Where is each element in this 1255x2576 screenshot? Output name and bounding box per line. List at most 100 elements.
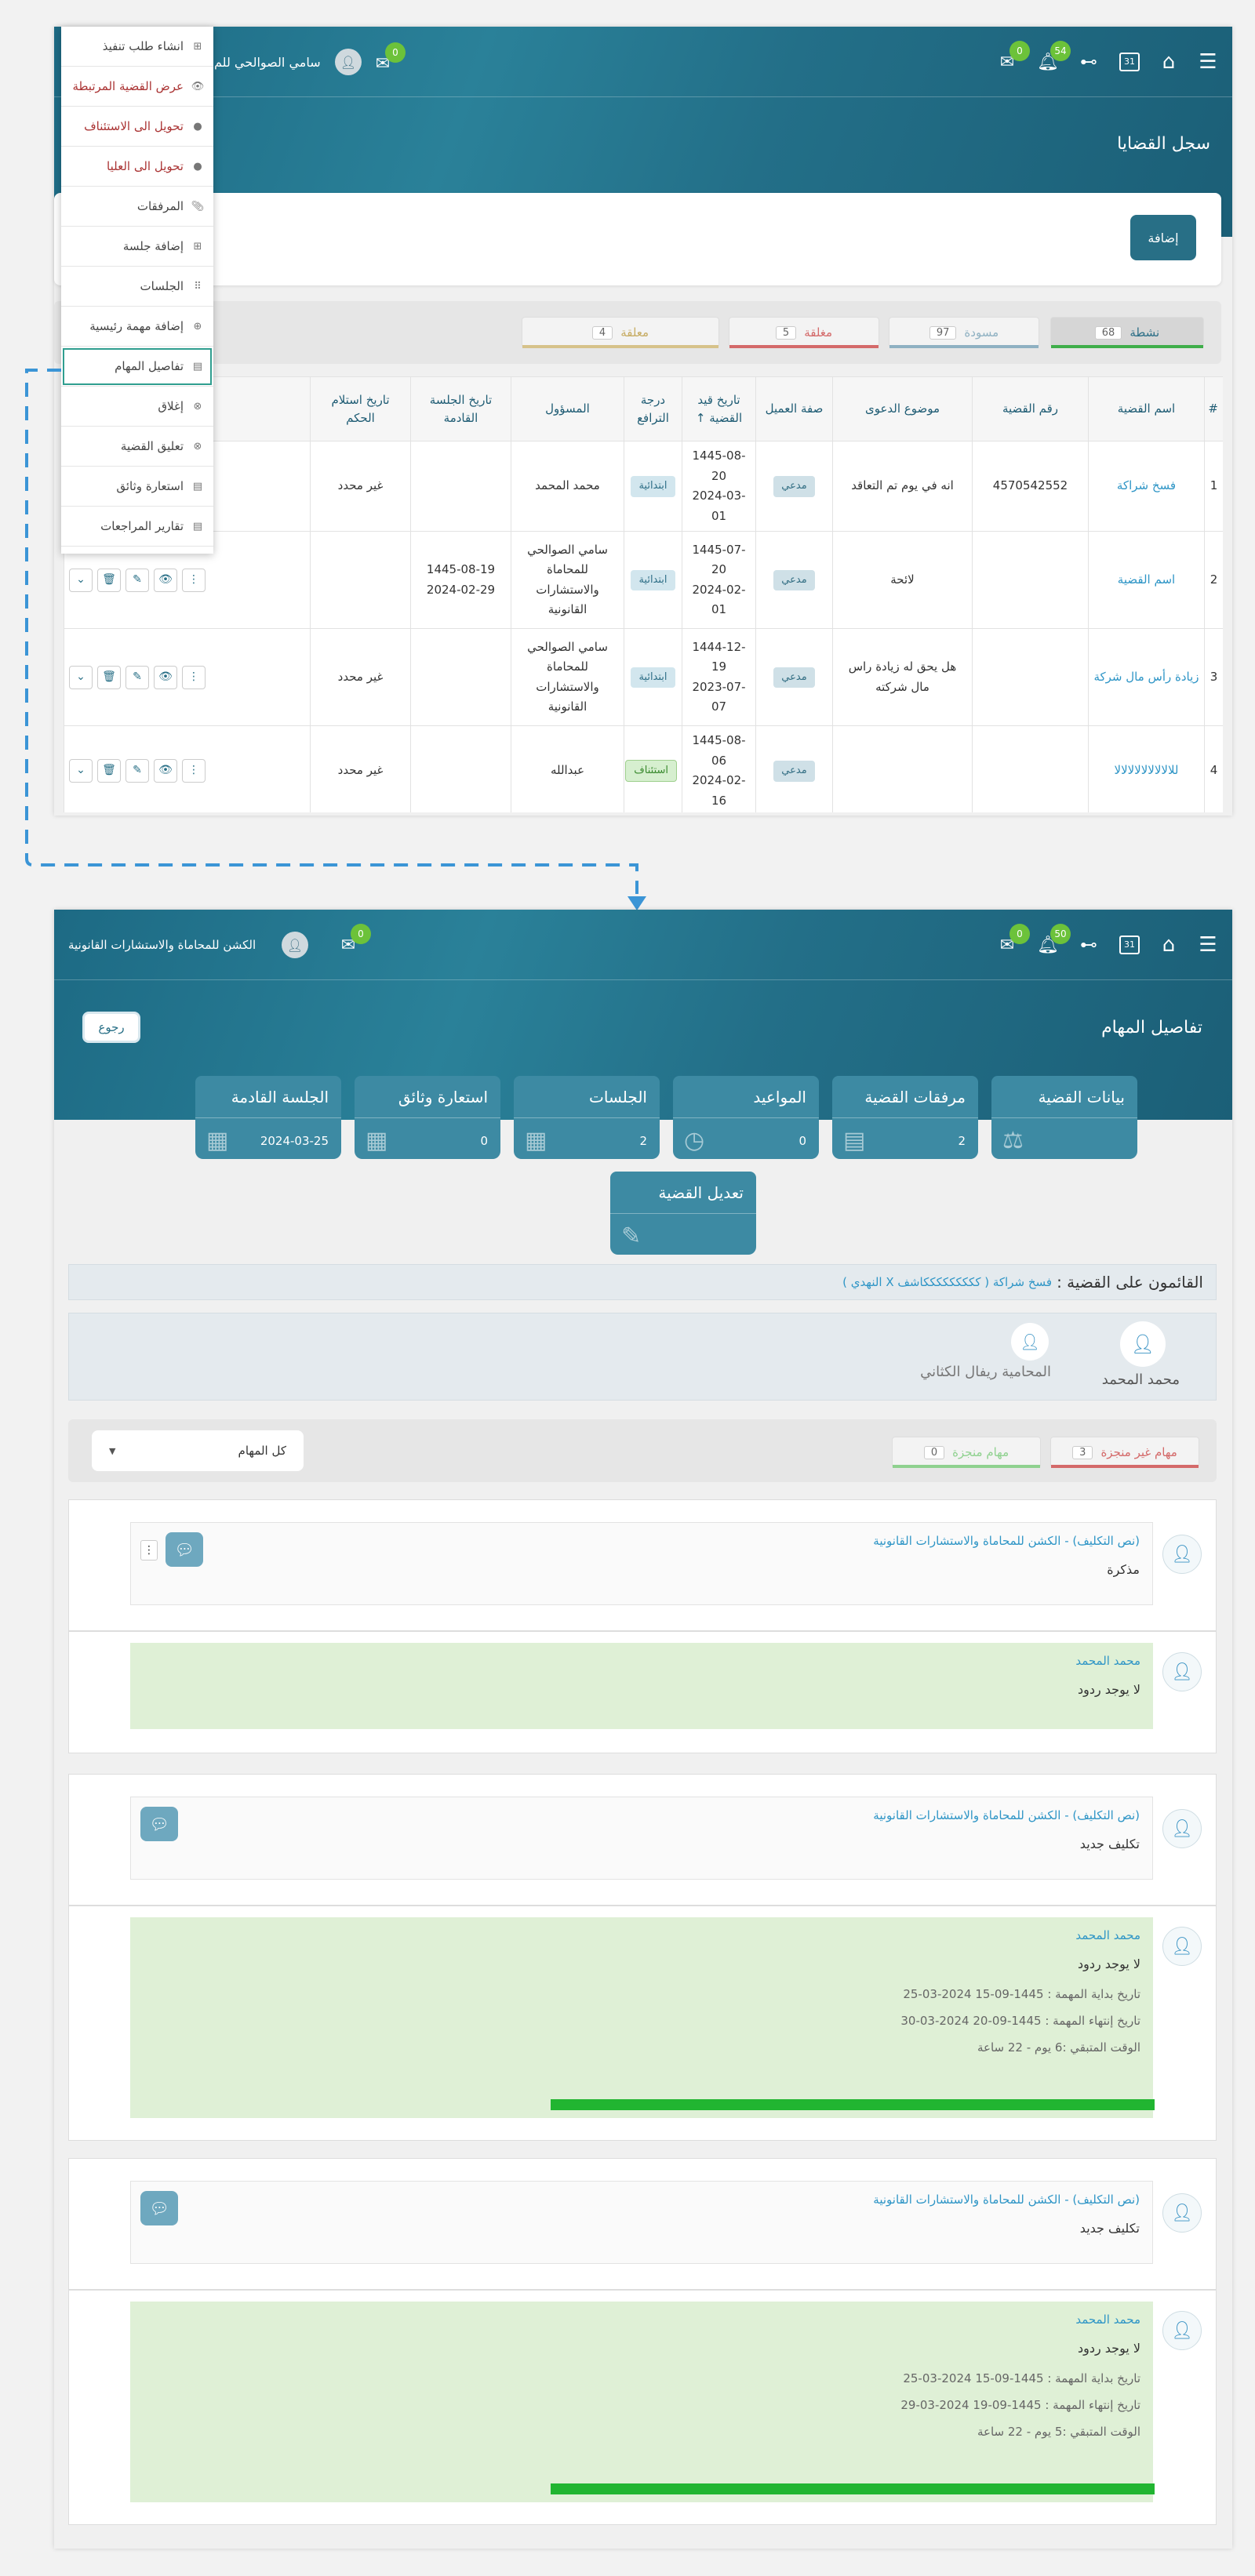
- menu-item[interactable]: ⠿ الجلسات: [61, 267, 213, 307]
- chat-icon[interactable]: ✉ 0: [994, 924, 1030, 958]
- assignment-title: (نص التكليف) - الكشن للمحاماة والاستشارا…: [873, 1534, 1140, 1548]
- messages-icon[interactable]: ✉ 0: [369, 42, 406, 77]
- table-cell: مدعي: [755, 628, 833, 726]
- replies-box: محمد المحمد لا يوجد ردود تاريخ بداية الم…: [130, 2302, 1153, 2502]
- case-name-link[interactable]: للالالالالالالالالا: [1115, 763, 1179, 777]
- tab-pending-tasks[interactable]: مهام غير منجزة 3: [1050, 1437, 1199, 1468]
- table-cell: مدعي: [755, 531, 833, 629]
- task-remaining-time: الوقت المتبقي :6 يوم - 22 ساعة: [977, 2040, 1140, 2055]
- table-cell: 4570542552: [972, 441, 1089, 532]
- tab-suspended[interactable]: معلقة 4: [522, 317, 719, 348]
- case-name-link[interactable]: فسخ شراكة: [1117, 478, 1176, 492]
- table-cell: هل يحق له زيادة راس مال شركته: [832, 628, 973, 726]
- menu-item-label: إضافة مهمة رئيسية: [89, 319, 184, 333]
- case-link[interactable]: فسخ شراكة ( كككككككككاشف X النهدي ): [842, 1275, 1052, 1289]
- tab-count: 4: [591, 325, 613, 340]
- select-value: كل المهام: [238, 1444, 286, 1458]
- table-cell: زيادة رأس مال شركة: [1088, 628, 1205, 726]
- messages-badge: 0: [385, 42, 406, 63]
- toolbar-card: إضافة ⏷: [54, 193, 1221, 285]
- col-header[interactable]: صفة العميل: [755, 376, 833, 441]
- add-case-button[interactable]: إضافة: [1130, 215, 1196, 260]
- user-name[interactable]: الكشن للمحاماة والاستشارات القانونية: [68, 938, 256, 952]
- summary-tile[interactable]: استعارة وثائق 0 ▦: [355, 1076, 500, 1159]
- user-name[interactable]: سامي الصوالحي للم: [214, 55, 321, 70]
- more-options-icon[interactable]: ⋮: [140, 1540, 158, 1560]
- menu-item[interactable]: ⊞ إضافة جلسة: [61, 227, 213, 267]
- col-header[interactable]: موضوع الدعوى: [832, 376, 973, 441]
- task-card: 👤︎ (نص التكليف) - الكشن للمحاماة والاستش…: [68, 1774, 1217, 2141]
- menu-item[interactable]: 👁︎ عرض القضية المرتبطة: [61, 67, 213, 107]
- calendar-icon: ▦: [525, 1127, 547, 1154]
- top-bar: ☰ ⌂ 31 ⊷ 🔔︎ 54 ✉ 0 ✉ 0 👤︎ سامي الصوالحي للم: [54, 27, 1232, 97]
- assignee[interactable]: 👤︎: [1115, 1321, 1170, 1367]
- assignee-name: المحامية ريفال الكثاني: [920, 1364, 1051, 1380]
- menu-item-label: تحويل الى العليا: [107, 159, 184, 173]
- messages-icon[interactable]: ✉ 0: [335, 924, 371, 958]
- bell-icon[interactable]: 🔔︎ 50: [1035, 924, 1071, 958]
- bell-icon[interactable]: 🔔︎ 54: [1035, 41, 1071, 75]
- hamburger-menu-icon[interactable]: ☰: [1195, 49, 1221, 75]
- reply-text: لا يوجد ردود: [1077, 1957, 1140, 1971]
- tile-value: 0: [798, 1134, 806, 1148]
- menu-item[interactable]: ● تحويل الى العليا: [61, 147, 213, 187]
- reply-chat-icon[interactable]: 💬︎: [140, 1807, 178, 1841]
- back-button[interactable]: رجوع: [82, 1012, 140, 1043]
- toggle-icon[interactable]: ⊷: [1075, 49, 1102, 75]
- summary-tile[interactable]: المواعيد 0 ◷: [673, 1076, 819, 1159]
- hamburger-menu-icon[interactable]: ☰: [1195, 932, 1221, 958]
- menu-item[interactable]: ● تحويل الى الاستئناف: [61, 107, 213, 147]
- assignment-box: (نص التكليف) - الكشن للمحاماة والاستشارا…: [130, 2181, 1153, 2264]
- row-number: 4: [1210, 763, 1218, 778]
- summary-tile[interactable]: بيانات القضية ⚖: [991, 1076, 1137, 1159]
- client-role-tag: مدعي: [773, 667, 815, 689]
- notifications-badge: 54: [1050, 41, 1071, 61]
- menu-item[interactable]: 📎︎ المرفقات: [61, 187, 213, 227]
- calendar-icon[interactable]: 31: [1116, 49, 1143, 75]
- calendar-icon[interactable]: 31: [1116, 932, 1143, 958]
- home-icon[interactable]: ⌂: [1155, 49, 1182, 75]
- menu-item-label: عرض القضية المرتبطة: [72, 79, 184, 93]
- summary-tile[interactable]: الجلسات 2 ▦: [514, 1076, 660, 1159]
- menu-item[interactable]: ⊞ انشاء طلب تنفيذ: [61, 27, 213, 67]
- tab-draft[interactable]: مسودة 97: [889, 317, 1039, 348]
- case-name-link[interactable]: اسم القضية: [1118, 572, 1175, 587]
- row-number: 1: [1210, 478, 1218, 493]
- task-card: 👤︎ (نص التكليف) - الكشن للمحاماة والاستش…: [68, 2158, 1217, 2525]
- tab-count: 5: [775, 325, 797, 340]
- tile-value: 2: [639, 1134, 647, 1148]
- user-avatar-icon[interactable]: 👤︎: [335, 49, 362, 75]
- home-icon[interactable]: ⌂: [1155, 932, 1182, 958]
- assignee[interactable]: 👤︎: [1010, 1323, 1049, 1361]
- tab-done-tasks[interactable]: مهام منجزة 0: [892, 1437, 1041, 1468]
- summary-tile[interactable]: تعديل القضية ✎: [610, 1172, 756, 1255]
- case-name-link[interactable]: زيادة رأس مال شركة: [1093, 670, 1199, 684]
- tab-label: معلقة: [620, 325, 649, 340]
- menu-item-label: المرفقات: [136, 199, 184, 213]
- reply-chat-icon[interactable]: 💬︎: [140, 2191, 178, 2225]
- person-icon: 👤︎: [1162, 2311, 1202, 2350]
- chat-badge: 0: [1009, 41, 1030, 61]
- messages-badge: 0: [351, 924, 371, 944]
- assignment-text: تكليف جديد: [1079, 1837, 1140, 1851]
- toggle-icon[interactable]: ⊷: [1075, 932, 1102, 958]
- task-start-date: تاريخ بداية المهمة : 1445-09-15 2024-03-…: [903, 2371, 1140, 2385]
- summary-tile[interactable]: مرفقات القضية 2 ▤: [832, 1076, 978, 1159]
- user-avatar-icon[interactable]: 👤︎: [282, 932, 308, 958]
- tab-active[interactable]: نشطة 68: [1050, 317, 1204, 348]
- table-cell: انه في يوم تم التعاقد: [832, 441, 973, 532]
- eye-icon: 👁︎: [191, 80, 205, 93]
- summary-tile[interactable]: الجلسة القادمة 2024-03-25 ▦: [195, 1076, 341, 1159]
- tab-closed[interactable]: مغلقة 5: [729, 317, 879, 348]
- table-cell: اسم القضية: [1088, 531, 1205, 629]
- connector-arrow: [25, 369, 646, 910]
- col-header[interactable]: اسم القضية: [1088, 376, 1205, 441]
- reply-chat-icon[interactable]: 💬︎: [166, 1532, 203, 1567]
- task-filter-select[interactable]: كل المهام ▼: [92, 1430, 304, 1471]
- col-header[interactable]: رقم القضية: [972, 376, 1089, 441]
- task-remaining-time: الوقت المتبقي :5 يوم - 22 ساعة: [977, 2425, 1140, 2439]
- client-role-tag: مدعي: [773, 761, 815, 782]
- chat-icon[interactable]: ✉ 0: [994, 41, 1030, 75]
- calendar-day: 31: [1119, 53, 1140, 71]
- menu-item[interactable]: ⊕ إضافة مهمة رئيسية: [61, 307, 213, 347]
